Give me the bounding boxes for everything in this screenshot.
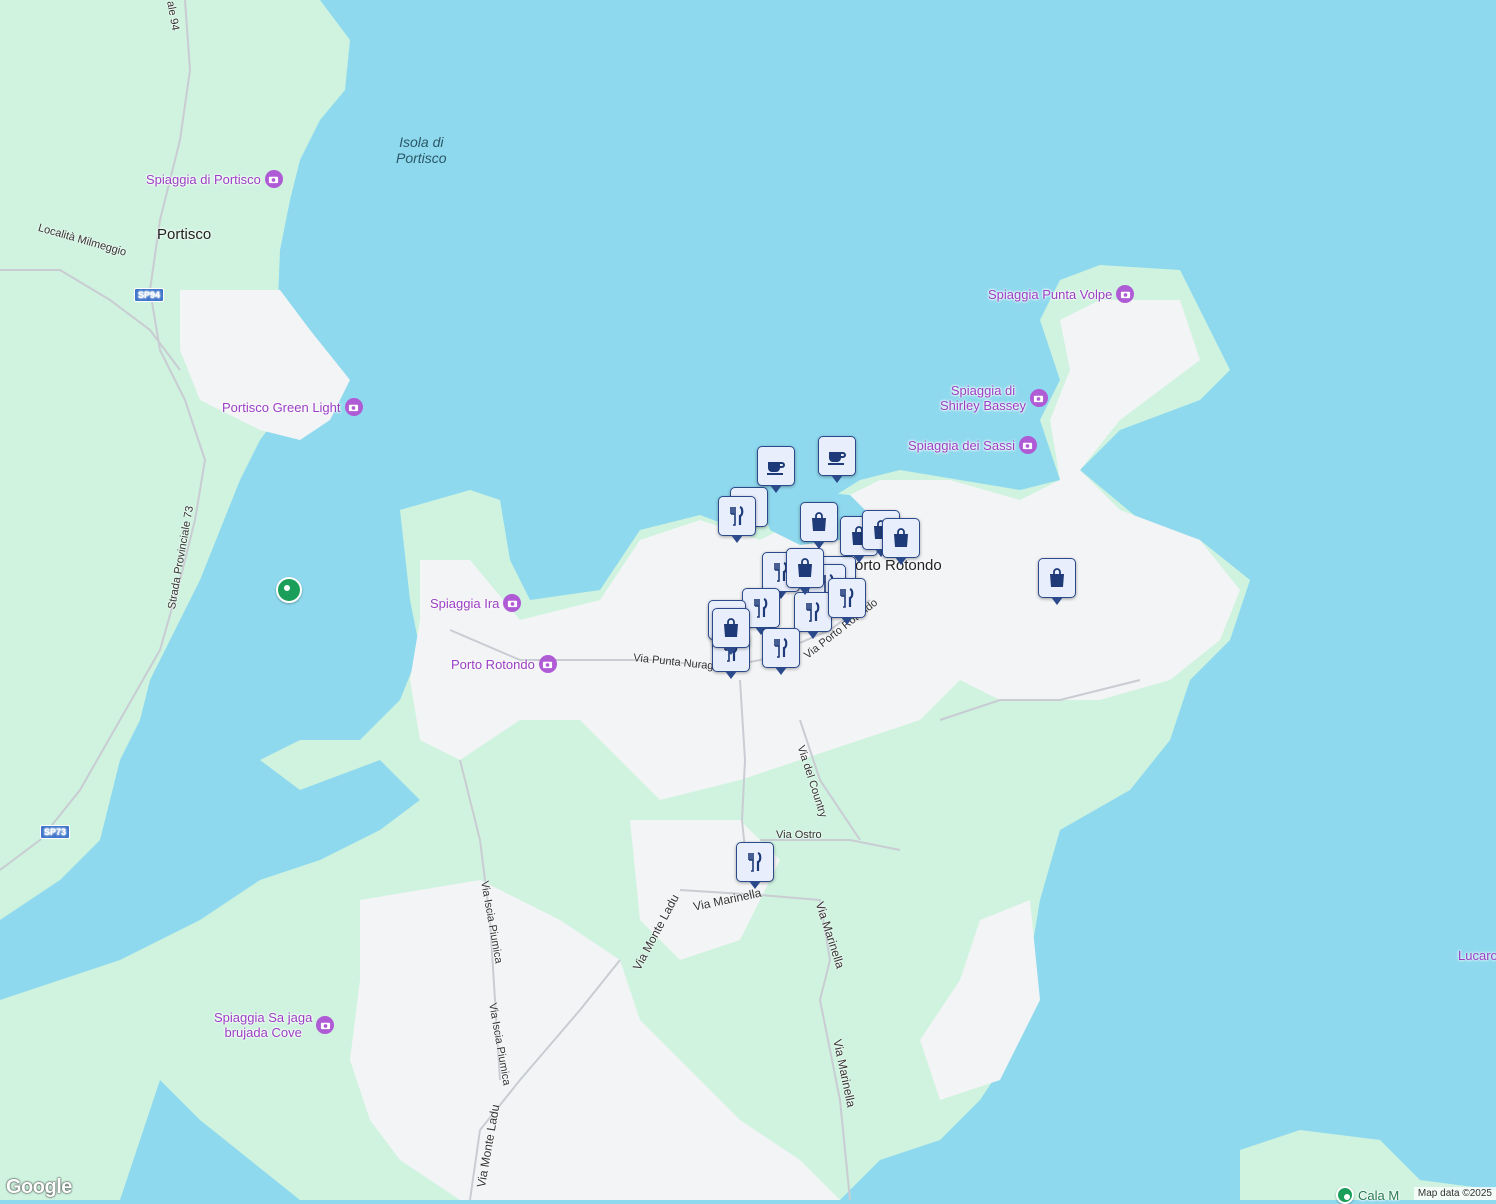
- restaurant-marker[interactable]: [828, 578, 866, 625]
- camera-icon: [344, 398, 363, 416]
- restaurant-icon: [801, 600, 825, 624]
- shopping-marker[interactable]: [786, 548, 824, 595]
- poi-cala-partial[interactable]: Cala M: [1336, 1186, 1399, 1204]
- place-label-isola-portisco: Isola di Portisco: [396, 134, 447, 166]
- location-pin-icon[interactable]: [276, 577, 302, 603]
- cafe-icon: [764, 454, 788, 478]
- poi-spiaggia-ira[interactable]: Spiaggia Ira: [430, 594, 522, 612]
- camera-icon: [264, 170, 283, 188]
- shopping-marker[interactable]: [712, 608, 750, 655]
- poi-label-multiline: Spiaggia di Shirley Bassey: [940, 383, 1026, 413]
- poi-spiaggia-shirley-bassey[interactable]: Spiaggia di Shirley Bassey: [940, 383, 1048, 413]
- poi-label: Spiaggia Ira: [430, 595, 500, 611]
- restaurant-marker[interactable]: [718, 496, 756, 543]
- camera-icon: [1029, 389, 1048, 407]
- google-logo: Google: [6, 1176, 72, 1198]
- restaurant-icon: [835, 586, 859, 610]
- poi-porto-rotondo[interactable]: Porto Rotondo: [451, 655, 557, 673]
- shopping-icon: [807, 510, 831, 534]
- restaurant-icon: [769, 636, 793, 660]
- road-shield-sp73: SP73: [40, 825, 71, 839]
- map-attribution[interactable]: Map data ©2025: [1413, 1187, 1496, 1200]
- camera-icon: [1018, 436, 1037, 454]
- shopping-marker[interactable]: [1038, 558, 1076, 605]
- cafe-icon: [825, 444, 849, 468]
- cafe-marker[interactable]: [757, 446, 795, 493]
- poi-label-line2: brujada Cove: [224, 1025, 302, 1040]
- restaurant-icon: [743, 850, 767, 874]
- place-label-portisco: Portisco: [157, 226, 212, 243]
- restaurant-marker[interactable]: [794, 592, 832, 639]
- shopping-icon: [793, 556, 817, 580]
- poi-label-line1: Spiaggia di: [950, 383, 1016, 398]
- restaurant-marker[interactable]: [736, 842, 774, 889]
- cafe-marker[interactable]: [818, 436, 856, 483]
- poi-spiaggia-dei-sassi[interactable]: Spiaggia dei Sassi: [908, 436, 1037, 454]
- restaurant-icon: [749, 596, 773, 620]
- poi-spiaggia-sa-jaga[interactable]: Spiaggia Sa jaga brujada Cove: [214, 1010, 335, 1040]
- poi-label: Spiaggia Punta Volpe: [988, 286, 1113, 302]
- poi-label: Spiaggia di Portisco: [146, 171, 261, 187]
- poi-label-multiline: Spiaggia Sa jaga brujada Cove: [214, 1010, 312, 1040]
- shopping-icon: [889, 526, 913, 550]
- restaurant-icon: [725, 504, 749, 528]
- poi-spiaggia-punta-volpe[interactable]: Spiaggia Punta Volpe: [988, 285, 1135, 303]
- camera-icon: [503, 594, 522, 612]
- poi-label: Porto Rotondo: [451, 656, 535, 672]
- poi-label: Spiaggia dei Sassi: [908, 437, 1015, 453]
- place-label-lucaro: Lucaro: [1458, 948, 1496, 963]
- restaurant-marker[interactable]: [762, 628, 800, 675]
- poi-label-line2: Shirley Bassey: [940, 398, 1026, 413]
- poi-label: Cala M: [1358, 1187, 1400, 1203]
- poi-spiaggia-portisco[interactable]: Spiaggia di Portisco: [146, 170, 283, 188]
- road-label-ostro: Via Ostro: [776, 829, 822, 841]
- poi-label-line1: Spiaggia Sa jaga: [214, 1010, 313, 1025]
- shopping-marker[interactable]: [882, 518, 920, 565]
- poi-label: Portisco Green Light: [222, 399, 341, 415]
- park-pin-icon: [1336, 1186, 1354, 1204]
- road-shield-sp94: SP94: [134, 288, 165, 302]
- camera-icon: [316, 1016, 335, 1034]
- poi-portisco-green-light[interactable]: Portisco Green Light: [222, 398, 363, 416]
- shopping-icon: [719, 616, 743, 640]
- shopping-marker[interactable]: [800, 502, 838, 549]
- camera-icon: [538, 655, 557, 673]
- camera-icon: [1116, 285, 1135, 303]
- shopping-icon: [1045, 566, 1069, 590]
